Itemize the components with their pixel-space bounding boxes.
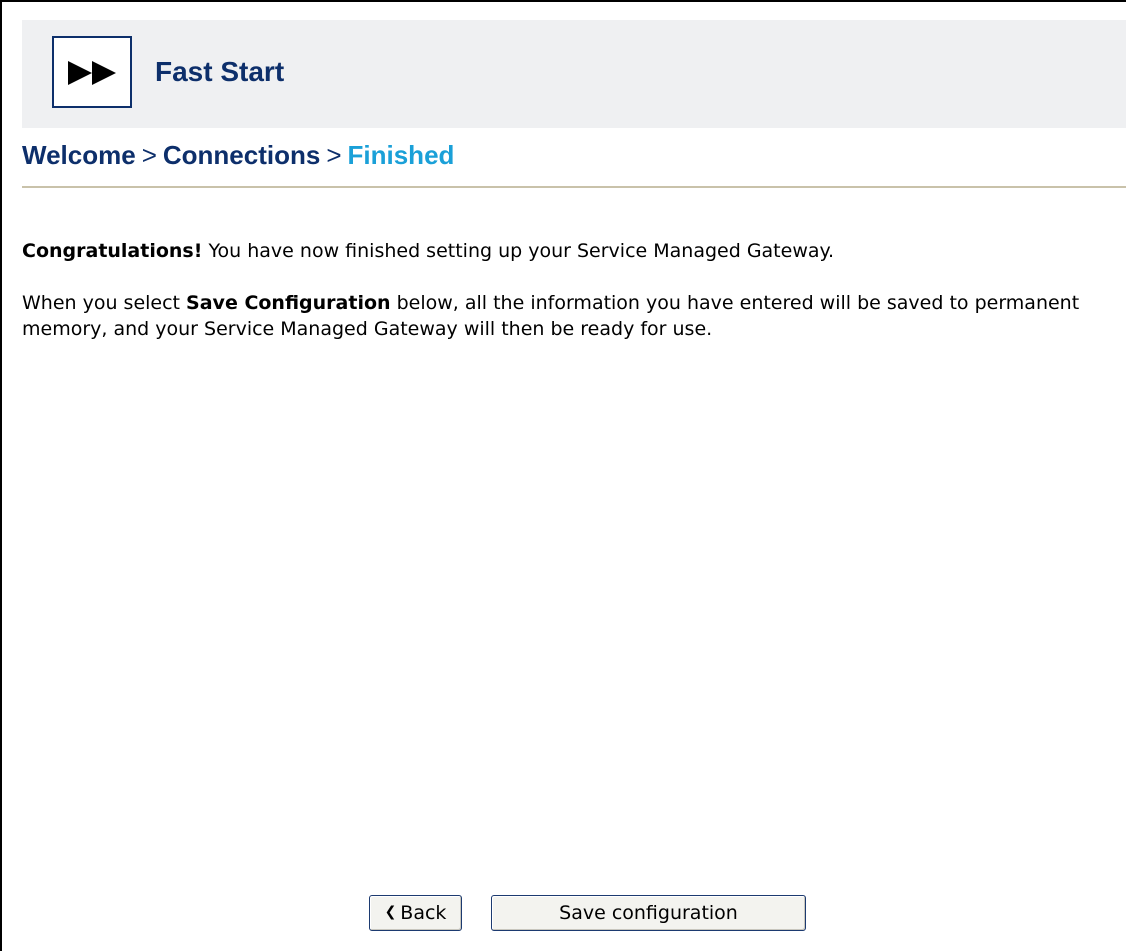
save-configuration-label: Save configuration — [559, 902, 738, 924]
breadcrumb-step-finished: Finished — [347, 140, 455, 170]
save-info-message: When you select Save Configuration below… — [22, 290, 1118, 342]
back-button-label: Back — [400, 902, 447, 924]
congratulations-text: You have now finished setting up your Se… — [202, 240, 835, 262]
save-configuration-button[interactable]: Save configuration — [491, 895, 806, 931]
chevron-left-icon: ❮ — [384, 904, 397, 920]
fast-start-logo — [52, 36, 132, 108]
main-content: Congratulations! You have now finished s… — [22, 238, 1118, 368]
congratulations-heading: Congratulations! — [22, 240, 203, 262]
save-info-prefix: When you select — [22, 292, 187, 314]
breadcrumb-step-connections: Connections — [162, 140, 321, 170]
congratulations-message: Congratulations! You have now finished s… — [22, 238, 1118, 264]
app-title: Fast Start — [155, 56, 285, 87]
back-button[interactable]: ❮ Back — [369, 895, 462, 931]
breadcrumb-separator: > — [326, 140, 342, 170]
header-divider — [22, 186, 1126, 188]
breadcrumb: Welcome > Connections > Finished — [22, 139, 454, 171]
breadcrumb-step-welcome: Welcome — [22, 140, 136, 170]
save-info-emphasis: Save Configuration — [186, 292, 391, 314]
fast-forward-icon — [68, 61, 116, 85]
header-band: Fast Start — [22, 20, 1126, 128]
breadcrumb-separator: > — [141, 140, 157, 170]
page-frame: Fast Start Welcome > Connections > Finished … — [0, 0, 1126, 951]
